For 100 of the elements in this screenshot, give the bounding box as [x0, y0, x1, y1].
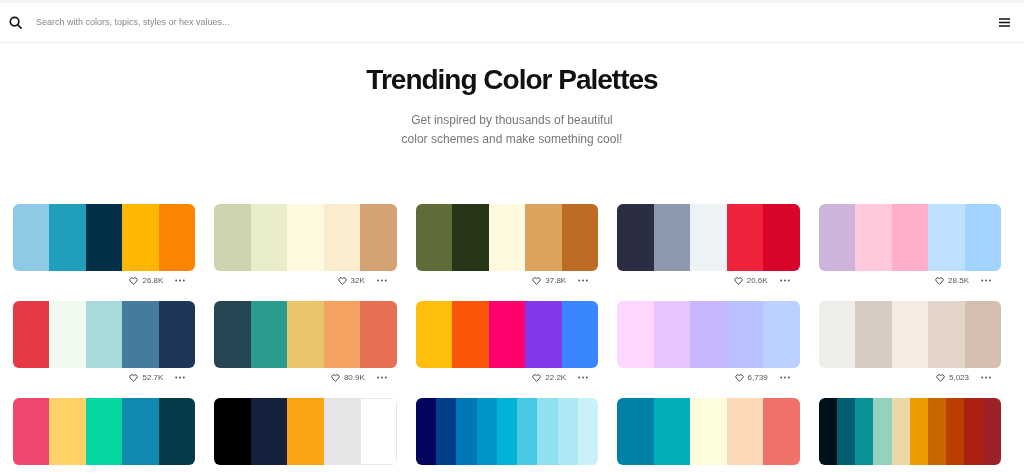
color-swatch[interactable]	[617, 203, 654, 271]
color-swatch[interactable]	[415, 203, 453, 271]
heart-icon[interactable]	[734, 373, 744, 382]
color-swatch[interactable]	[360, 397, 397, 465]
color-swatch[interactable]	[557, 397, 578, 465]
color-swatch[interactable]	[360, 203, 397, 271]
color-swatch[interactable]	[855, 300, 892, 368]
color-palette[interactable]	[415, 397, 599, 465]
color-swatch[interactable]	[287, 300, 324, 368]
heart-icon[interactable]	[532, 276, 542, 285]
color-swatch[interactable]	[617, 397, 654, 465]
heart-icon[interactable]	[129, 373, 139, 382]
color-palette[interactable]	[13, 300, 196, 368]
color-palette[interactable]	[13, 203, 196, 271]
color-swatch[interactable]	[537, 397, 558, 465]
search-field[interactable]: Search with colors, topics, styles or hex values...	[34, 14, 991, 31]
color-swatch[interactable]	[690, 203, 727, 271]
color-swatch[interactable]	[158, 397, 196, 465]
color-swatch[interactable]	[617, 300, 654, 368]
color-swatch[interactable]	[214, 203, 251, 271]
color-swatch[interactable]	[525, 300, 562, 368]
color-swatch[interactable]	[323, 203, 361, 271]
more-icon[interactable]	[175, 376, 186, 380]
color-swatch[interactable]	[873, 397, 892, 465]
more-icon[interactable]	[175, 279, 186, 283]
heart-icon[interactable]	[935, 373, 945, 382]
color-swatch[interactable]	[488, 300, 526, 368]
color-palette[interactable]	[818, 397, 1001, 465]
color-swatch[interactable]	[287, 397, 324, 465]
color-swatch[interactable]	[360, 300, 397, 368]
color-swatch[interactable]	[726, 397, 764, 465]
color-swatch[interactable]	[287, 203, 324, 271]
color-swatch[interactable]	[653, 203, 691, 271]
color-swatch[interactable]	[690, 397, 727, 465]
color-swatch[interactable]	[964, 203, 1001, 271]
color-swatch[interactable]	[946, 397, 965, 465]
color-swatch[interactable]	[49, 203, 86, 271]
color-swatch[interactable]	[525, 203, 562, 271]
more-icon[interactable]	[981, 279, 991, 283]
color-palette[interactable]	[214, 397, 397, 465]
color-swatch[interactable]	[928, 203, 965, 271]
color-swatch[interactable]	[122, 203, 159, 271]
color-swatch[interactable]	[964, 397, 983, 465]
color-swatch[interactable]	[653, 300, 691, 368]
heart-icon[interactable]	[330, 373, 340, 382]
color-swatch[interactable]	[158, 203, 196, 271]
color-swatch[interactable]	[818, 300, 856, 368]
more-icon[interactable]	[779, 376, 790, 380]
color-swatch[interactable]	[726, 203, 764, 271]
color-swatch[interactable]	[13, 397, 50, 465]
color-swatch[interactable]	[891, 300, 929, 368]
color-swatch[interactable]	[488, 203, 526, 271]
color-palette[interactable]	[214, 300, 397, 368]
color-palette[interactable]	[617, 397, 800, 465]
color-swatch[interactable]	[577, 397, 599, 465]
color-swatch[interactable]	[214, 300, 251, 368]
color-palette[interactable]	[415, 300, 599, 368]
color-swatch[interactable]	[763, 397, 800, 465]
color-swatch[interactable]	[415, 300, 453, 368]
color-palette[interactable]	[214, 203, 397, 271]
more-icon[interactable]	[578, 376, 589, 380]
color-swatch[interactable]	[928, 300, 965, 368]
color-swatch[interactable]	[13, 203, 50, 271]
color-swatch[interactable]	[763, 203, 800, 271]
color-swatch[interactable]	[763, 300, 800, 368]
color-swatch[interactable]	[653, 397, 691, 465]
more-icon[interactable]	[578, 279, 589, 283]
heart-icon[interactable]	[935, 276, 945, 285]
color-palette[interactable]	[415, 203, 599, 271]
color-swatch[interactable]	[323, 397, 361, 465]
color-swatch[interactable]	[250, 397, 288, 465]
color-swatch[interactable]	[214, 397, 251, 465]
color-swatch[interactable]	[855, 397, 874, 465]
color-swatch[interactable]	[436, 397, 457, 465]
color-swatch[interactable]	[561, 203, 599, 271]
color-swatch[interactable]	[415, 397, 437, 465]
search-icon[interactable]	[9, 16, 22, 29]
color-swatch[interactable]	[818, 397, 837, 465]
color-palette[interactable]	[818, 300, 1001, 368]
more-icon[interactable]	[981, 376, 991, 380]
menu-icon[interactable]	[999, 18, 1010, 27]
color-swatch[interactable]	[517, 397, 538, 465]
color-swatch[interactable]	[158, 300, 196, 368]
heart-icon[interactable]	[532, 373, 542, 382]
color-swatch[interactable]	[122, 397, 159, 465]
color-swatch[interactable]	[561, 300, 599, 368]
color-swatch[interactable]	[49, 397, 86, 465]
color-swatch[interactable]	[818, 203, 856, 271]
heart-icon[interactable]	[129, 276, 139, 285]
color-swatch[interactable]	[891, 203, 929, 271]
more-icon[interactable]	[779, 279, 790, 283]
color-swatch[interactable]	[250, 203, 288, 271]
color-swatch[interactable]	[476, 397, 497, 465]
heart-icon[interactable]	[733, 276, 743, 285]
color-swatch[interactable]	[456, 397, 477, 465]
color-swatch[interactable]	[250, 300, 288, 368]
color-swatch[interactable]	[690, 300, 727, 368]
color-swatch[interactable]	[85, 397, 123, 465]
color-swatch[interactable]	[726, 300, 764, 368]
color-swatch[interactable]	[122, 300, 159, 368]
